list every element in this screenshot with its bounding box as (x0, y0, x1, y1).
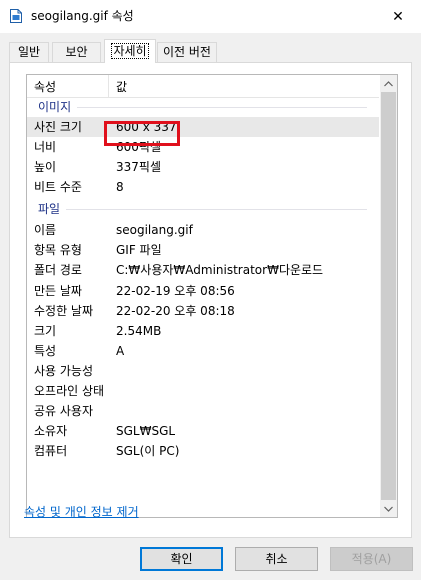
property-name: 이름 (34, 223, 57, 237)
property-value: 22-02-20 오후 08:18 (116, 304, 235, 318)
tab-label: 자세히 (111, 43, 149, 59)
property-name: 폴더 경로 (34, 263, 82, 277)
scroll-thumb[interactable] (381, 92, 396, 500)
table-row[interactable]: 항목 유형 GIF 파일 (27, 240, 379, 260)
property-name: 수정한 날짜 (34, 304, 94, 318)
button-label: 적용(A) (351, 552, 392, 566)
file-icon (10, 9, 22, 23)
scroll-up-button[interactable] (380, 75, 397, 92)
group-divider (38, 209, 367, 210)
group-header-image: 이미지 (27, 97, 379, 117)
table-row[interactable]: 비트 수준 8 (27, 177, 379, 197)
table-row[interactable]: 너비 600픽셀 (27, 137, 379, 157)
table-row[interactable]: 공유 사용자 (27, 401, 379, 421)
close-icon: ✕ (392, 8, 404, 25)
property-value: A (116, 344, 125, 358)
property-name: 크기 (34, 324, 57, 338)
group-divider (38, 107, 367, 108)
tab-security[interactable]: 보안 (52, 42, 101, 62)
table-row[interactable]: 폴더 경로 C:₩사용자₩Administrator₩다운로드 (27, 260, 379, 280)
details-panel: 속성 값 이미지 사진 크기 600 x 337 너비 600픽셀 높이 337… (9, 62, 412, 538)
property-name: 공유 사용자 (34, 404, 94, 418)
property-name: 만든 날짜 (34, 284, 82, 298)
scroll-down-button[interactable] (380, 500, 397, 517)
column-header-value[interactable]: 값 (116, 80, 127, 94)
property-value: GIF 파일 (116, 243, 162, 257)
table-row[interactable]: 크기 2.54MB (27, 321, 379, 341)
property-name: 높이 (34, 160, 57, 174)
tab-label: 이전 버전 (163, 45, 211, 59)
tab-previous-versions[interactable]: 이전 버전 (157, 42, 217, 62)
column-header-property[interactable]: 속성 (34, 80, 56, 94)
table-row[interactable]: 이름 seogilang.gif (27, 220, 379, 240)
property-name: 비트 수준 (34, 180, 82, 194)
table-row[interactable]: 특성 A (27, 341, 379, 361)
button-label: 취소 (265, 552, 288, 566)
table-row[interactable]: 수정한 날짜 22-02-20 오후 08:18 (27, 301, 379, 321)
table-row[interactable]: 높이 337픽셀 (27, 157, 379, 177)
property-name: 컴퓨터 (34, 444, 68, 458)
property-name: 사진 크기 (34, 120, 82, 134)
tab-label: 보안 (65, 45, 88, 59)
table-row[interactable]: 오프라인 상태 (27, 381, 379, 401)
table-row[interactable]: 사용 가능성 (27, 361, 379, 381)
group-header-file: 파일 (27, 199, 379, 219)
property-value: seogilang.gif (116, 223, 193, 237)
ok-button[interactable]: 확인 (140, 547, 223, 571)
highlight-annotation (104, 121, 180, 146)
property-name: 너비 (34, 140, 57, 154)
property-name: 항목 유형 (34, 243, 82, 257)
property-value: 2.54MB (116, 324, 162, 338)
tab-label: 일반 (17, 45, 41, 59)
property-name: 사용 가능성 (34, 364, 94, 378)
chevron-down-icon (384, 506, 393, 512)
property-value: 337픽셀 (116, 160, 161, 174)
table-row[interactable]: 컴퓨터 SGL(이 PC) (27, 441, 379, 461)
property-value: SGL₩SGL (116, 424, 176, 438)
table-row[interactable]: 소유자 SGL₩SGL (27, 421, 379, 441)
apply-button[interactable]: 적용(A) (330, 547, 413, 571)
property-name: 특성 (34, 344, 57, 358)
column-divider[interactable] (108, 75, 109, 97)
property-value: 8 (116, 180, 124, 194)
properties-list[interactable]: 속성 값 이미지 사진 크기 600 x 337 너비 600픽셀 높이 337… (26, 74, 398, 518)
property-name: 소유자 (34, 424, 68, 438)
vertical-scrollbar[interactable] (380, 75, 397, 517)
property-value: 22-02-19 오후 08:56 (116, 284, 235, 298)
property-value: C:₩사용자₩Administrator₩다운로드 (116, 263, 324, 277)
group-label: 이미지 (38, 100, 78, 114)
property-name: 오프라인 상태 (34, 384, 105, 398)
property-value: SGL(이 PC) (116, 444, 180, 458)
cancel-button[interactable]: 취소 (235, 547, 318, 571)
tab-general[interactable]: 일반 (9, 42, 49, 62)
window-title: seogilang.gif 속성 (31, 9, 134, 23)
button-label: 확인 (170, 552, 193, 566)
close-button[interactable]: ✕ (375, 0, 421, 33)
remove-properties-link[interactable]: 속성 및 개인 정보 제거 (24, 503, 139, 520)
list-header: 속성 값 (27, 75, 379, 98)
chevron-up-icon (384, 80, 393, 86)
title-bar: seogilang.gif 속성 ✕ (0, 0, 421, 33)
tab-details[interactable]: 자세히 (104, 39, 156, 63)
table-row[interactable]: 만든 날짜 22-02-19 오후 08:56 (27, 281, 379, 301)
group-label: 파일 (38, 202, 67, 216)
table-row[interactable]: 사진 크기 600 x 337 (27, 117, 379, 137)
